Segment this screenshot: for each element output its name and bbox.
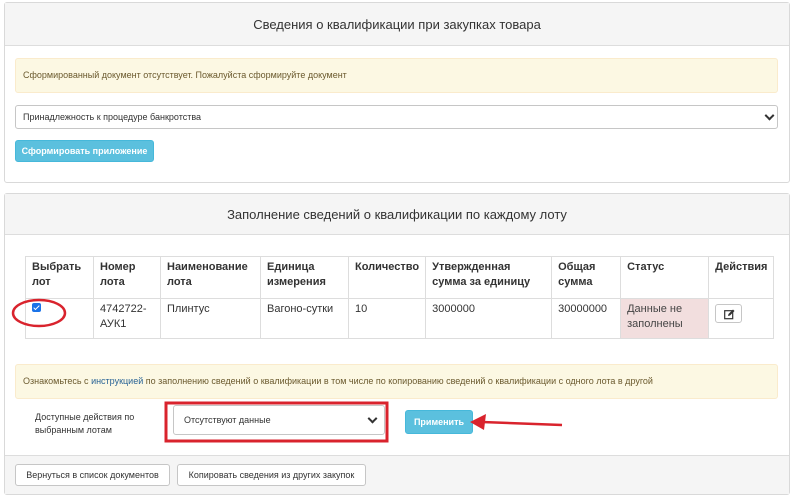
generate-attachment-button[interactable]: Сформировать приложение (15, 140, 154, 162)
instruction-info: Ознакомьтесь с инструкцией по заполнению… (15, 364, 778, 399)
instruction-suffix: по заполнению сведений о квалификации в … (145, 376, 653, 386)
column-header-lot-name: Наименование лота (160, 256, 261, 299)
table-header-row: Выбрать лот Номер лота Наименование лота… (25, 256, 775, 299)
chevron-down-icon (367, 413, 378, 424)
column-header-actions: Действия (708, 256, 775, 299)
column-header-status: Статус (620, 256, 710, 299)
instruction-link[interactable]: инструкцией (91, 376, 143, 386)
edit-icon (724, 309, 735, 320)
panel-title: Заполнение сведений о квалификации по ка… (5, 194, 789, 235)
table-row: 4742722-АУК1 Плинтус Вагоно-сутки 10 300… (25, 298, 775, 339)
instruction-prefix: Ознакомьтесь с (23, 376, 89, 386)
apply-button[interactable]: Применить (405, 410, 473, 434)
actions-cell (708, 298, 775, 339)
actions-label: Доступные действия по выбранным лотам (35, 412, 135, 435)
lot-number-cell: 4742722-АУК1 (93, 298, 161, 339)
checkbox-checked-icon[interactable] (32, 303, 41, 312)
actions-select-value: Отсутствуют данные (184, 415, 271, 425)
lots-table: Выбрать лот Номер лота Наименование лота… (25, 256, 775, 339)
copy-from-other-purchases-button[interactable]: Копировать сведения из других закупок (177, 464, 366, 486)
select-cell (25, 298, 94, 339)
quantity-cell: 10 (347, 298, 427, 339)
column-header-total: Общая сумма (551, 256, 622, 299)
column-header-unit-price: Утвержденная сумма за единицу (425, 256, 553, 299)
lot-qualification-panel: Заполнение сведений о квалификации по ка… (4, 193, 790, 495)
unit-cell: Вагоно-сутки (260, 298, 349, 339)
panel-title: Сведения о квалификации при закупках тов… (5, 3, 789, 46)
panel-footer: Вернуться в список документов Копировать… (5, 455, 789, 494)
edit-button[interactable] (715, 304, 743, 323)
actions-select[interactable]: Отсутствуют данные (173, 405, 385, 435)
missing-document-alert: Сформированный документ отсутствует. Пож… (15, 58, 778, 93)
bankruptcy-select-value: Принадлежность к процедуре банкротства (23, 112, 202, 122)
column-header-lot-number: Номер лота (93, 256, 161, 299)
unit-price-cell: 3000000 (425, 298, 553, 339)
chevron-down-icon (764, 110, 775, 121)
back-to-documents-button[interactable]: Вернуться в список документов (15, 464, 170, 486)
total-cell: 30000000 (551, 298, 622, 339)
column-header-quantity: Количество (347, 256, 427, 299)
column-header-select: Выбрать лот (25, 256, 94, 299)
column-header-unit: Единица измерения (260, 256, 349, 299)
qualification-panel: Сведения о квалификации при закупках тов… (4, 2, 790, 183)
status-badge: Данные не заполнены (620, 298, 710, 339)
lot-name-cell: Плинтус (160, 298, 261, 339)
bankruptcy-select[interactable]: Принадлежность к процедуре банкротства (15, 105, 778, 129)
